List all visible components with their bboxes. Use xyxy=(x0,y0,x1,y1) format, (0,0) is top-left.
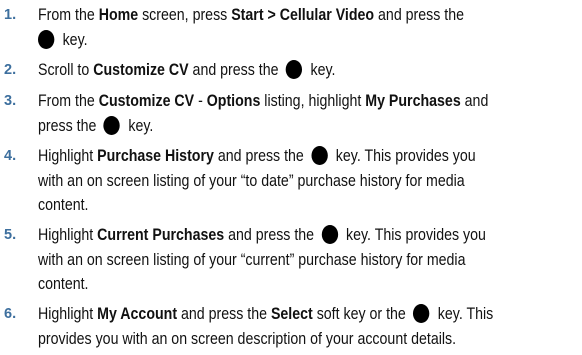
step-bold-text: My Account xyxy=(97,305,178,323)
step-bold-text: Customize CV xyxy=(93,61,189,79)
key-icon xyxy=(311,146,328,165)
key-icon xyxy=(38,29,55,49)
step-text-run: and press the xyxy=(188,61,283,79)
step-text-run: Highlight xyxy=(38,147,98,165)
step-text-run: soft key or the xyxy=(312,305,410,323)
step-text-run: and press the xyxy=(374,6,465,24)
step-text-run: Highlight xyxy=(38,305,98,323)
key-icon xyxy=(103,115,121,135)
step-text: Highlight Current Purchases and press th… xyxy=(38,223,580,297)
step-text-run: provides you with an on screen descripti… xyxy=(38,329,457,348)
step-text-run: Highlight xyxy=(38,226,98,244)
key-icon xyxy=(285,60,303,79)
step-text-run: content. xyxy=(38,196,89,214)
step-bold-text: Home xyxy=(98,6,139,24)
step-text-run: and press the xyxy=(177,305,271,323)
key-icon xyxy=(413,304,430,323)
step-text: Highlight Purchase History and press the… xyxy=(38,144,580,218)
step-text: Highlight My Account and press the Selec… xyxy=(38,302,580,351)
step-text-run: content. xyxy=(38,275,89,293)
step-text-run: screen, press xyxy=(138,6,232,24)
step-number: 1. xyxy=(4,7,17,23)
step-text-run: and xyxy=(460,92,489,110)
step-number: 6. xyxy=(4,306,17,322)
step-text-run: From the xyxy=(38,92,99,110)
step-bold-text: Customize CV xyxy=(98,92,195,110)
step-number: 5. xyxy=(4,227,17,243)
step-text-run: key. xyxy=(306,61,336,79)
step-text: From the Customize CV - Options listing,… xyxy=(38,89,580,138)
instruction-list: 1. From the Home screen, press Start > C… xyxy=(0,0,582,355)
step-text-run: listing, highlight xyxy=(260,92,366,110)
step-text-run: with an on screen listing of your “curre… xyxy=(38,250,466,269)
step-bold-text: Start > Cellular Video xyxy=(231,6,375,24)
step-text: From the Home screen, press Start > Cell… xyxy=(38,3,580,52)
step-text-run: key. This xyxy=(433,305,494,323)
step-text-run: and press the xyxy=(224,226,319,244)
step-text-run: press the xyxy=(38,116,101,135)
step-text-run: From the xyxy=(38,6,99,24)
step-text-run: and press the xyxy=(213,147,308,165)
step-text-run: key. xyxy=(124,116,154,135)
step-text-run: with an on screen listing of your “to da… xyxy=(38,171,465,190)
step-text-run: - xyxy=(194,92,207,110)
step-bold-text: Select xyxy=(270,305,313,323)
step-text: Scroll to Customize CV and press the key… xyxy=(38,58,580,83)
step-text-run: key. This provides you xyxy=(331,147,476,165)
step-number: 4. xyxy=(4,148,17,164)
step-bold-text: My Purchases xyxy=(365,92,461,110)
step-text-run: key. This provides you xyxy=(342,226,486,244)
step-number: 3. xyxy=(4,93,17,109)
step-text-run: key. xyxy=(58,30,88,49)
step-text-run: Scroll to xyxy=(38,61,94,79)
step-bold-text: Purchase History xyxy=(97,147,214,165)
step-bold-text: Current Purchases xyxy=(97,226,225,244)
step-bold-text: Options xyxy=(206,92,261,110)
key-icon xyxy=(321,225,338,244)
step-number: 2. xyxy=(4,62,17,78)
